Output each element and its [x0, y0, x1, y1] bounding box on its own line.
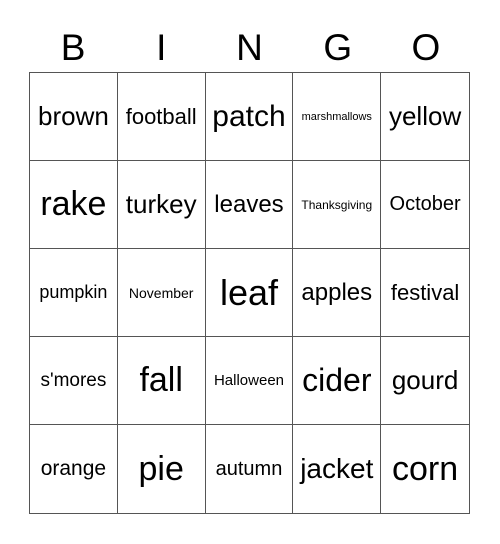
bingo-cell[interactable]: leaves [205, 161, 294, 249]
header-letter-i: I [156, 27, 167, 68]
bingo-cell[interactable]: corn [381, 425, 469, 513]
bingo-cell[interactable]: festival [381, 249, 469, 337]
header-letter-o: O [411, 27, 441, 68]
bingo-cell[interactable]: October [381, 161, 469, 249]
bingo-cell[interactable]: s'mores [30, 337, 118, 425]
bingo-cell[interactable]: apples [293, 249, 382, 337]
bingo-cell[interactable]: autumn [206, 425, 294, 513]
bingo-cell[interactable]: leaf [205, 249, 294, 337]
bingo-cell[interactable]: rake [30, 161, 118, 249]
bingo-cell[interactable]: patch [205, 73, 294, 161]
header-letter-n: N [236, 27, 263, 68]
bingo-cell[interactable]: yellow [381, 73, 469, 161]
bingo-cell[interactable]: cider [293, 337, 382, 425]
bingo-header: B I N G O [29, 24, 470, 72]
bingo-cell[interactable]: November [117, 249, 206, 337]
bingo-cell[interactable]: Thanksgiving [293, 161, 382, 249]
header-letter-g: G [323, 27, 353, 68]
bingo-cell[interactable]: orange [30, 425, 118, 513]
bingo-cell[interactable]: football [117, 73, 206, 161]
bingo-cell[interactable]: marshmallows [293, 73, 382, 161]
bingo-cell[interactable]: pie [118, 425, 206, 513]
bingo-grid: brown football patch marshmallows yellow rake… [29, 72, 470, 514]
bingo-cell[interactable]: turkey [117, 161, 206, 249]
bingo-cell[interactable]: brown [30, 73, 118, 161]
bingo-cell[interactable]: gourd [381, 337, 469, 425]
bingo-cell[interactable]: pumpkin [30, 249, 118, 337]
bingo-cell[interactable]: jacket [293, 425, 382, 513]
bingo-cell[interactable]: Halloween [205, 337, 294, 425]
bingo-cell[interactable]: fall [117, 337, 206, 425]
header-letter-b: B [60, 27, 86, 68]
